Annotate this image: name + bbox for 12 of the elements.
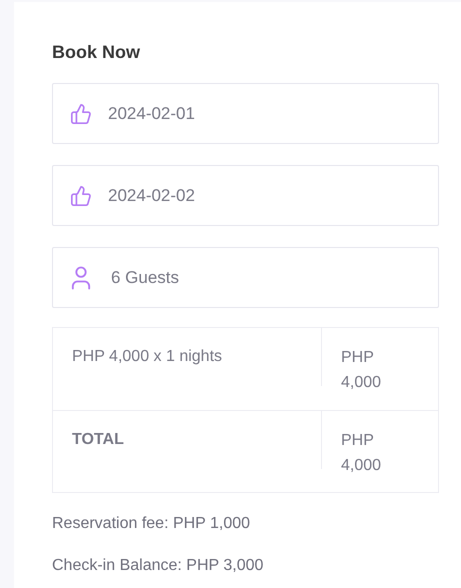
table-cell: PHP 4,000 — [341, 349, 382, 391]
section-title: Book Now — [52, 41, 141, 64]
date-field[interactable]: 2024-02-02 — [52, 165, 439, 226]
date-field[interactable]: 2024-02-01 — [52, 83, 439, 144]
table-cell: PHP 4,000 — [341, 432, 382, 474]
thumbs-up-icon — [70, 184, 92, 206]
thumbs-up-icon — [70, 102, 92, 124]
fee-text: Check-in Balance: PHP 3,000 — [52, 556, 264, 576]
table-cell: TOTAL — [72, 431, 124, 448]
fee-text: Reservation fee: PHP 1,000 — [52, 514, 252, 534]
table-cell: PHP 4,000 x 1 nights — [72, 348, 222, 365]
guests-field[interactable]: 6 Guests — [52, 247, 439, 308]
